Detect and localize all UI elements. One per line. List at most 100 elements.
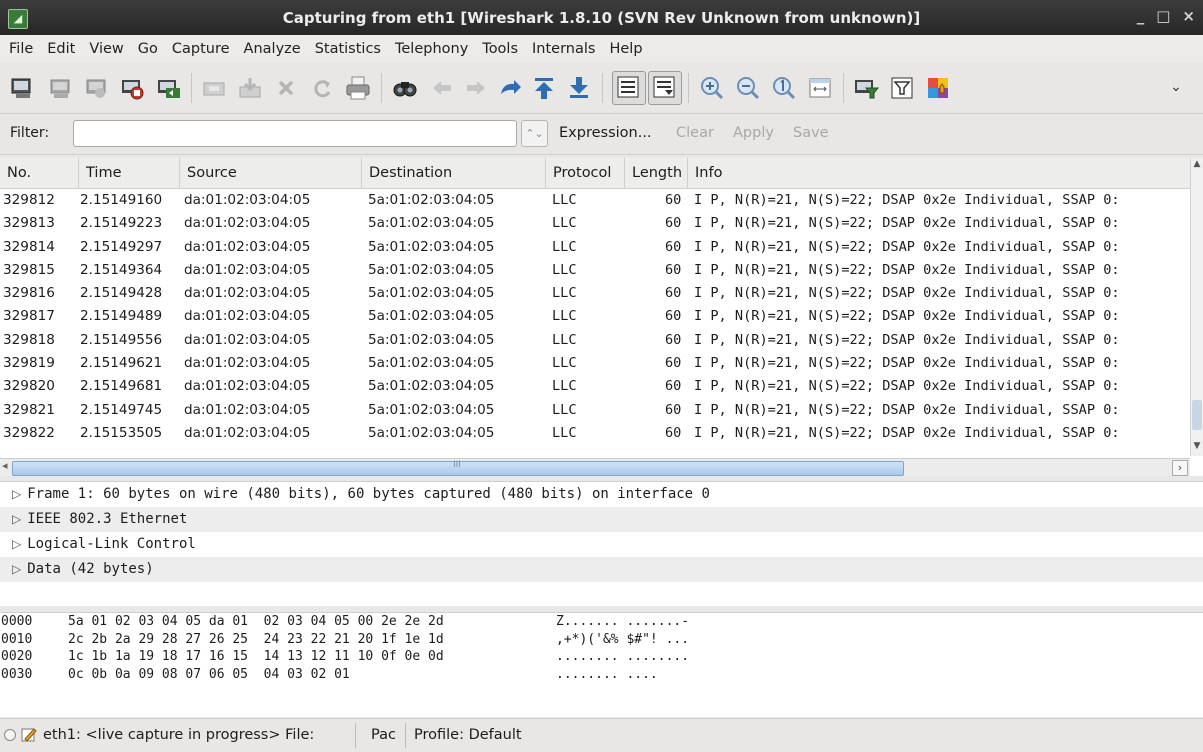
filter-dropdown-button[interactable]: ⌃⌄ — [521, 120, 548, 147]
more-chevron-icon[interactable]: ⌄ — [1166, 79, 1186, 99]
hex-ascii: Z....... .......- — [556, 614, 690, 629]
table-row[interactable]: 329818 2.15149556 da:01:02:03:04:05 5a:01:0… — [0, 329, 1190, 352]
capture-filters-icon[interactable] — [852, 74, 880, 102]
table-row[interactable]: 329812 2.15149160 da:01:02:03:04:05 5a:01:0… — [0, 189, 1190, 212]
menu-internals[interactable]: Internals — [525, 41, 602, 57]
table-row[interactable]: 329819 2.15149621 da:01:02:03:04:05 5a:01:0… — [0, 352, 1190, 375]
expand-triangle-icon[interactable]: ▷ — [12, 487, 21, 501]
column-header-length[interactable]: Length — [625, 158, 688, 188]
table-row[interactable]: 329822 2.15153505 da:01:02:03:04:05 5a:01:0… — [0, 422, 1190, 445]
print-icon[interactable] — [344, 74, 372, 102]
table-row[interactable]: 329813 2.15149223 da:01:02:03:04:05 5a:01:0… — [0, 212, 1190, 235]
restart-capture-icon[interactable] — [154, 74, 182, 102]
hex-row[interactable]: 0030 0c 0b 0a 09 08 07 06 05 04 03 02 01.… — [0, 666, 1203, 684]
menu-tools[interactable]: Tools — [475, 41, 525, 57]
menu-analyze[interactable]: Analyze — [237, 41, 308, 57]
table-row[interactable]: 329815 2.15149364 da:01:02:03:04:05 5a:01:0… — [0, 259, 1190, 282]
details-tree-frame[interactable]: ▷ Frame 1: 60 bytes on wire (480 bits), 6… — [0, 482, 1203, 507]
expert-info-icon[interactable] — [4, 729, 16, 741]
packet-no: 329814 — [3, 238, 55, 255]
hex-row[interactable]: 0010 2c 2b 2a 29 28 27 26 25 24 23 22 21 … — [0, 631, 1203, 649]
table-row[interactable]: 329816 2.15149428 da:01:02:03:04:05 5a:01:0… — [0, 282, 1190, 305]
zoom-in-icon[interactable] — [698, 74, 726, 102]
expand-triangle-icon[interactable]: ▷ — [12, 512, 21, 526]
packet-info: I P, N(R)=21, N(S)=22; DSAP 0x2e Individ… — [694, 215, 1120, 232]
display-filters-icon[interactable] — [888, 74, 916, 102]
details-tree-data[interactable]: ▷ Data (42 bytes) — [0, 557, 1203, 582]
clear-button[interactable]: Clear — [676, 125, 714, 141]
apply-button[interactable]: Apply — [733, 125, 774, 141]
window-title: Capturing from eth1 [Wireshark 1.8.10 (S… — [282, 9, 921, 27]
go-to-packet-icon[interactable] — [496, 74, 524, 102]
menu-statistics[interactable]: Statistics — [308, 41, 388, 57]
minimize-button[interactable]: _ — [1137, 7, 1145, 25]
scroll-left-icon[interactable]: ◂ — [2, 459, 8, 472]
hex-row[interactable]: 0000 5a 01 02 03 04 05 da 01 02 03 04 05 … — [0, 613, 1203, 631]
go-back-icon[interactable] — [428, 74, 456, 102]
packet-protocol: LLC — [552, 238, 577, 255]
column-header-time[interactable]: Time — [79, 158, 180, 188]
packet-source: da:01:02:03:04:05 — [184, 308, 311, 325]
packet-source: da:01:02:03:04:05 — [184, 285, 311, 302]
scroll-right-icon[interactable]: › — [1172, 460, 1188, 476]
find-packet-icon[interactable] — [391, 74, 419, 102]
table-row[interactable]: 329821 2.15149745 da:01:02:03:04:05 5a:01:0… — [0, 399, 1190, 422]
menu-capture[interactable]: Capture — [165, 41, 237, 57]
go-last-icon[interactable] — [565, 74, 593, 102]
column-header-protocol[interactable]: Protocol — [546, 158, 625, 188]
menu-telephony[interactable]: Telephony — [388, 41, 475, 57]
packet-list-vscrollbar[interactable]: ▲ ▼ — [1190, 158, 1203, 456]
scroll-up-icon[interactable]: ▲ — [1192, 159, 1202, 173]
scroll-down-icon[interactable]: ▼ — [1192, 441, 1202, 455]
coloring-rules-icon[interactable] — [924, 74, 952, 102]
details-tree-ethernet[interactable]: ▷ IEEE 802.3 Ethernet — [0, 507, 1203, 532]
packet-source: da:01:02:03:04:05 — [184, 331, 311, 348]
column-header-destination[interactable]: Destination — [362, 158, 546, 188]
go-forward-icon[interactable] — [462, 74, 490, 102]
close-button[interactable]: × — [1182, 7, 1195, 25]
expand-triangle-icon[interactable]: ▷ — [12, 562, 21, 576]
menu-help[interactable]: Help — [602, 41, 649, 57]
table-row[interactable]: 329820 2.15149681 da:01:02:03:04:05 5a:01:0… — [0, 375, 1190, 398]
normal-size-icon[interactable] — [770, 74, 798, 102]
hscroll-thumb[interactable]: III — [12, 460, 904, 476]
column-header-source[interactable]: Source — [180, 158, 362, 188]
packet-info: I P, N(R)=21, N(S)=22; DSAP 0x2e Individ… — [694, 238, 1120, 255]
menu-edit[interactable]: Edit — [40, 41, 82, 57]
vscroll-thumb[interactable] — [1192, 400, 1202, 430]
reload-icon[interactable] — [308, 74, 336, 102]
hex-offset: 0030 — [1, 666, 33, 682]
details-tree-llc[interactable]: ▷ Logical-Link Control — [0, 532, 1203, 557]
close-file-icon[interactable] — [272, 74, 300, 102]
interface-list-icon[interactable] — [8, 74, 36, 102]
open-file-icon[interactable] — [200, 74, 228, 102]
start-capture-icon[interactable] — [82, 74, 110, 102]
menu-file[interactable]: File — [0, 41, 40, 57]
column-header-info[interactable]: Info — [688, 158, 1190, 188]
table-row[interactable]: 329814 2.15149297 da:01:02:03:04:05 5a:01:0… — [0, 236, 1190, 259]
status-profile-text[interactable]: Profile: Default — [414, 727, 522, 743]
colorize-icon[interactable] — [612, 71, 646, 105]
menu-go[interactable]: Go — [131, 41, 165, 57]
capture-options-icon[interactable] — [46, 74, 74, 102]
expression-button[interactable]: Expression... — [559, 125, 652, 141]
window-titlebar: ◢ Capturing from eth1 [Wireshark 1.8.10 … — [0, 0, 1203, 35]
packet-rows: 329812 2.15149160 da:01:02:03:04:05 5a:01:0… — [0, 189, 1190, 445]
expand-triangle-icon[interactable]: ▷ — [12, 537, 21, 551]
autoscroll-icon[interactable] — [648, 71, 682, 105]
table-row[interactable]: 329817 2.15149489 da:01:02:03:04:05 5a:01:0… — [0, 305, 1190, 328]
packet-list-hscrollbar[interactable]: ◂ III › — [0, 458, 1190, 476]
resize-columns-icon[interactable] — [806, 74, 834, 102]
menu-view[interactable]: View — [82, 41, 130, 57]
capture-comment-icon[interactable] — [20, 726, 38, 744]
zoom-out-icon[interactable] — [734, 74, 762, 102]
column-header-no[interactable]: No. — [0, 158, 79, 188]
maximize-button[interactable]: □ — [1156, 7, 1170, 25]
stop-capture-icon[interactable] — [118, 74, 146, 102]
save-filter-button[interactable]: Save — [793, 125, 829, 141]
packet-source: da:01:02:03:04:05 — [184, 401, 311, 418]
save-file-icon[interactable] — [236, 74, 264, 102]
hex-row[interactable]: 0020 1c 1b 1a 19 18 17 16 15 14 13 12 11 … — [0, 648, 1203, 666]
filter-input[interactable] — [73, 120, 517, 147]
go-first-icon[interactable] — [530, 74, 558, 102]
